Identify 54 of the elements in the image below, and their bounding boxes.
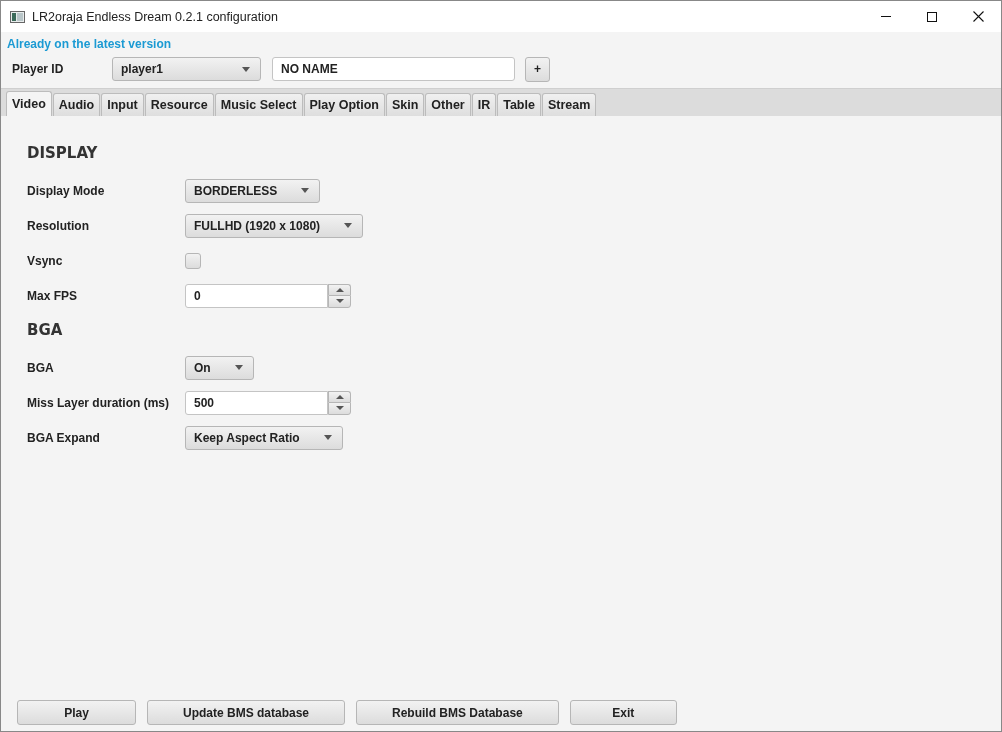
number-field[interactable]: 500 bbox=[185, 390, 328, 415]
close-icon bbox=[972, 11, 984, 22]
player-dropdown[interactable]: player1 bbox=[112, 57, 261, 81]
down-arrow-icon bbox=[335, 299, 344, 304]
player-name-field[interactable]: NO NAME bbox=[272, 57, 515, 81]
caret-icon bbox=[234, 365, 243, 370]
tab[interactable]: Table bbox=[497, 93, 541, 116]
add-player-button[interactable]: + bbox=[525, 56, 550, 82]
increment-button[interactable] bbox=[328, 283, 351, 295]
tab[interactable]: Resource bbox=[144, 93, 214, 116]
tab[interactable]: Skin bbox=[385, 93, 425, 116]
tab[interactable]: Audio bbox=[52, 93, 101, 116]
section-heading: BGA bbox=[27, 321, 64, 341]
dropdown[interactable]: Keep Aspect Ratio bbox=[185, 425, 343, 450]
up-arrow-icon bbox=[335, 287, 344, 292]
tab[interactable]: Input bbox=[101, 93, 144, 116]
decrement-button[interactable] bbox=[328, 402, 351, 415]
app-icon bbox=[10, 10, 25, 23]
setting-label: Resolution bbox=[27, 218, 90, 233]
up-arrow-icon bbox=[335, 394, 344, 399]
setting-label: Display Mode bbox=[27, 183, 106, 198]
dropdown[interactable]: BORDERLESS bbox=[185, 178, 321, 203]
update-status: Already on the latest version bbox=[6, 36, 173, 51]
setting-label: BGA Expand bbox=[27, 430, 101, 445]
dropdown[interactable]: On bbox=[185, 355, 254, 380]
window-title: LR2oraja Endless Dream 0.2.1 configuration bbox=[32, 9, 279, 24]
dropdown[interactable]: FULLHD (1920 x 1080) bbox=[185, 213, 364, 238]
maximize-icon bbox=[927, 11, 937, 22]
caret-icon bbox=[242, 66, 250, 72]
down-arrow-icon bbox=[335, 406, 344, 411]
setting-label: Vsync bbox=[27, 253, 64, 268]
tab[interactable]: Music Select bbox=[214, 93, 303, 116]
section-heading: DISPLAY bbox=[27, 144, 99, 164]
tab[interactable]: Other bbox=[425, 93, 471, 116]
action-button[interactable]: Exit bbox=[569, 700, 677, 725]
caret-icon bbox=[344, 223, 353, 228]
tab[interactable]: Video bbox=[6, 91, 52, 116]
action-button[interactable]: Rebuild BMS Database bbox=[356, 700, 559, 725]
tab[interactable]: Stream bbox=[541, 93, 597, 116]
number-field[interactable]: 0 bbox=[185, 283, 328, 308]
setting-label: BGA bbox=[27, 360, 55, 375]
minimize-icon bbox=[881, 16, 891, 17]
caret-icon bbox=[323, 435, 332, 440]
caret-icon bbox=[301, 188, 310, 193]
checkbox[interactable] bbox=[185, 252, 201, 269]
player-id-label: Player ID bbox=[12, 62, 65, 76]
setting-label: Max FPS bbox=[27, 288, 78, 303]
decrement-button[interactable] bbox=[328, 295, 351, 308]
tab[interactable]: Play Option bbox=[303, 93, 385, 116]
action-button[interactable]: Play bbox=[17, 700, 136, 725]
action-button[interactable]: Update BMS database bbox=[147, 700, 346, 725]
setting-label: Miss Layer duration (ms) bbox=[27, 395, 171, 410]
increment-button[interactable] bbox=[328, 390, 351, 402]
tab[interactable]: IR bbox=[471, 93, 497, 116]
